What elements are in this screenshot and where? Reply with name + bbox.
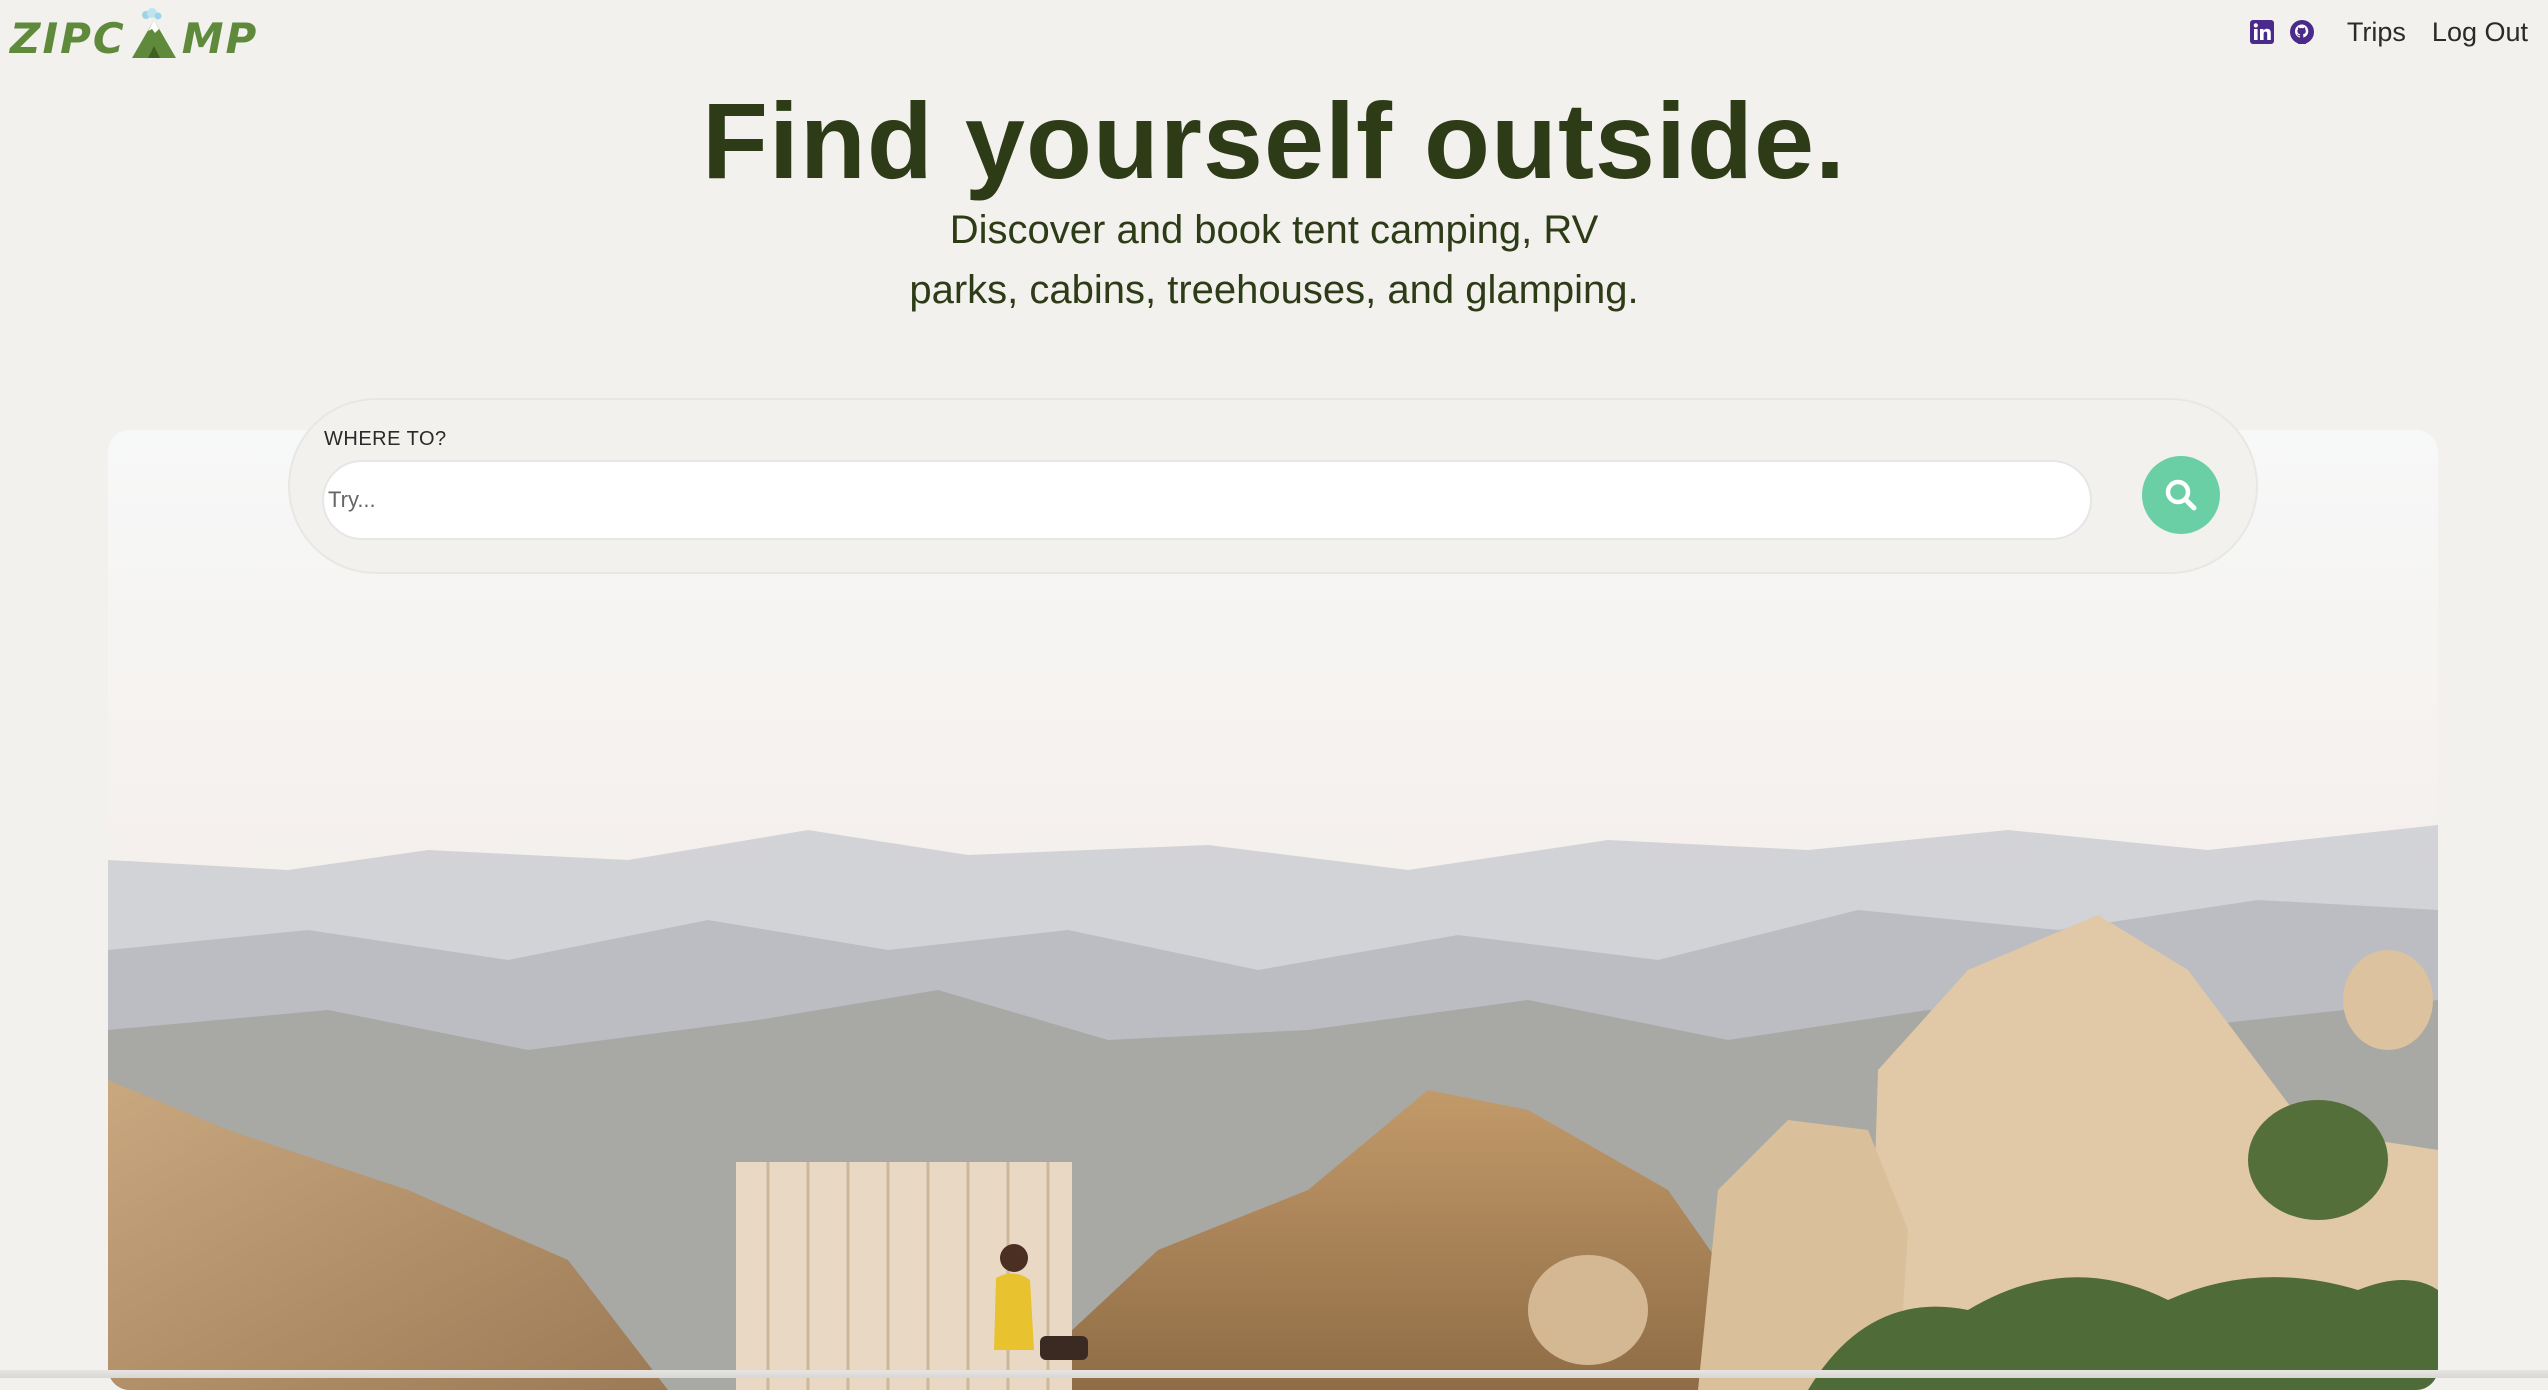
page-bottom-edge	[0, 1370, 2548, 1378]
logo-text-right: MP	[181, 14, 259, 63]
linkedin-icon[interactable]	[2249, 19, 2275, 45]
search-input[interactable]	[322, 460, 2092, 540]
hero-subtitle: Discover and book tent camping, RV parks…	[0, 200, 2548, 320]
hero-photo	[108, 430, 2438, 1390]
logo-text-left: ZIPC	[10, 14, 126, 63]
github-icon[interactable]	[2289, 19, 2315, 45]
search-button[interactable]	[2142, 456, 2220, 534]
logout-link[interactable]: Log Out	[2432, 17, 2528, 48]
logo[interactable]: ZIPC MP	[10, 4, 256, 63]
search-icon	[2165, 479, 2197, 511]
hero-subtitle-line-1: Discover and book tent camping, RV	[949, 208, 1599, 252]
top-nav: Trips Log Out	[2249, 14, 2528, 50]
mountain-logo-icon	[131, 8, 176, 58]
hero-subtitle-line-2: parks, cabins, treehouses, and glamping.	[909, 268, 1639, 312]
landscape-illustration	[108, 430, 2438, 1390]
hero-title: Find yourself outside.	[701, 80, 1847, 201]
trips-link[interactable]: Trips	[2347, 17, 2406, 48]
search-bar: WHERE TO?	[288, 398, 2258, 574]
search-label: WHERE TO?	[324, 428, 447, 450]
